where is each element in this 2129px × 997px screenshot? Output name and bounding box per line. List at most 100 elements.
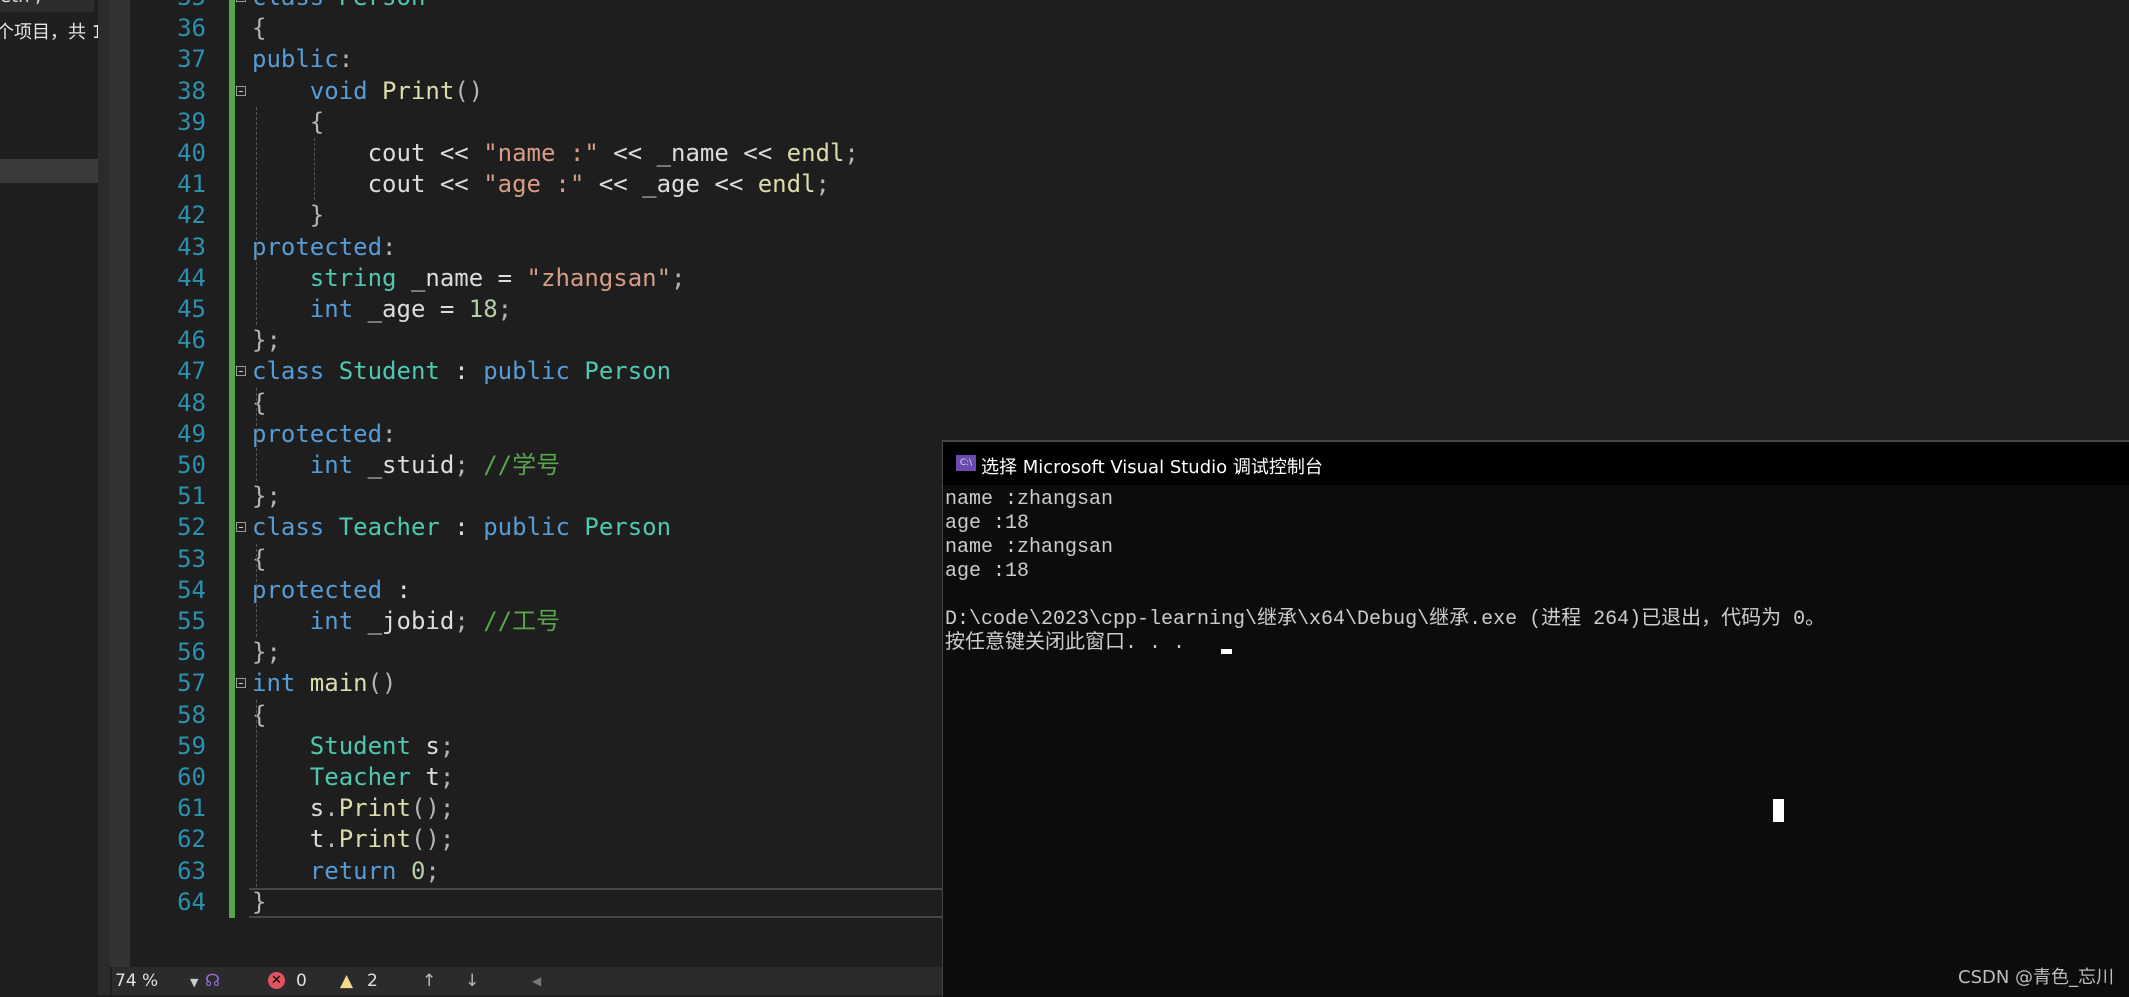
zoom-level[interactable]: 74 % bbox=[115, 971, 158, 991]
code-token: public bbox=[252, 45, 339, 74]
line-number: 55 bbox=[177, 607, 206, 635]
code-token: _stuid bbox=[353, 451, 455, 479]
fold-toggle-icon[interactable] bbox=[236, 678, 246, 689]
code-line[interactable]: class Person bbox=[252, 0, 425, 13]
code-line[interactable]: protected : bbox=[252, 575, 411, 606]
code-line[interactable]: cout << "age :" << _age << endl; bbox=[252, 169, 830, 200]
code-line[interactable]: class Student : public Person bbox=[252, 356, 671, 387]
code-token: void bbox=[309, 76, 383, 105]
code-token: return bbox=[309, 856, 411, 885]
selected-tree-item[interactable] bbox=[0, 159, 98, 183]
indent-guide bbox=[314, 138, 315, 201]
code-line[interactable]: void Print() bbox=[252, 76, 483, 107]
code-token: "zhangsan" bbox=[526, 263, 672, 292]
code-token: : bbox=[439, 357, 484, 386]
code-token: { bbox=[309, 107, 325, 136]
line-number: 46 bbox=[177, 326, 206, 355]
line-number: 58 bbox=[177, 700, 206, 729]
fold-toggle-icon[interactable] bbox=[236, 366, 246, 377]
code-token: 0 bbox=[410, 856, 426, 885]
warning-icon[interactable]: ▲ bbox=[340, 971, 353, 991]
code-token: 18 bbox=[468, 295, 498, 323]
scroll-left-icon[interactable]: ◀ bbox=[532, 974, 541, 988]
error-count[interactable]: 0 bbox=[296, 971, 307, 991]
code-line[interactable]: { bbox=[252, 700, 266, 731]
error-icon[interactable]: ✕ bbox=[268, 972, 285, 989]
indent-guide bbox=[256, 543, 257, 638]
console-line: 按任意键关闭此窗口. . . bbox=[945, 632, 1186, 655]
code-line[interactable]: { bbox=[252, 107, 324, 138]
code-line[interactable]: public: bbox=[252, 44, 353, 75]
project-count-text: 个项目，共 1 bbox=[0, 22, 98, 43]
code-line[interactable]: return 0; bbox=[252, 856, 440, 887]
code-line[interactable]: cout << "name :" << _name << endl; bbox=[252, 138, 859, 169]
console-line: name :zhangsan bbox=[945, 488, 1114, 511]
code-line[interactable]: { bbox=[252, 388, 266, 419]
zoom-dropdown-icon[interactable]: ▼ bbox=[190, 976, 198, 989]
next-issue-icon[interactable]: ↓ bbox=[465, 971, 479, 991]
code-token: Teacher bbox=[338, 513, 440, 542]
code-line[interactable]: { bbox=[252, 13, 266, 44]
code-line[interactable]: int _jobid; //工号 bbox=[252, 606, 560, 637]
code-line[interactable]: { bbox=[252, 544, 266, 575]
line-number: 36 bbox=[177, 14, 206, 43]
code-token: ; bbox=[454, 451, 469, 479]
warning-count[interactable]: 2 bbox=[367, 971, 378, 991]
indent-guide bbox=[256, 387, 257, 482]
code-line[interactable]: protected: bbox=[252, 419, 397, 450]
code-line[interactable]: string _name = "zhangsan"; bbox=[252, 263, 686, 294]
code-line[interactable]: int _age = 18; bbox=[252, 294, 512, 325]
code-token: public bbox=[483, 513, 585, 542]
code-token: main bbox=[309, 669, 368, 698]
code-token: Person bbox=[584, 513, 672, 542]
code-token: ; bbox=[497, 295, 513, 323]
code-line[interactable]: } bbox=[252, 200, 324, 231]
code-line[interactable]: }; bbox=[252, 481, 281, 512]
code-line[interactable]: Teacher t; bbox=[252, 762, 455, 793]
code-line[interactable]: int main() bbox=[252, 668, 397, 699]
fold-toggle-icon[interactable] bbox=[236, 0, 246, 2]
code-token: } bbox=[309, 201, 325, 230]
fold-toggle-icon[interactable] bbox=[236, 85, 246, 96]
code-token: _age = bbox=[353, 295, 469, 323]
code-token: (); bbox=[410, 794, 455, 823]
code-line[interactable]: protected: bbox=[252, 232, 397, 263]
line-number: 61 bbox=[177, 794, 206, 823]
code-token: { bbox=[252, 544, 267, 573]
code-token: (); bbox=[410, 825, 455, 854]
code-line[interactable]: int _stuid; //学号 bbox=[252, 450, 560, 481]
code-line[interactable]: t.Print(); bbox=[252, 824, 455, 855]
panel-splitter[interactable] bbox=[98, 0, 110, 995]
console-title: 选择 Microsoft Visual Studio 调试控制台 bbox=[981, 457, 1323, 478]
code-line[interactable]: Student s; bbox=[252, 731, 455, 762]
indent-guide bbox=[256, 106, 257, 326]
code-token: Person bbox=[339, 0, 426, 11]
code-token: cout << bbox=[252, 170, 484, 199]
debug-console-window[interactable]: C:\ 选择 Microsoft Visual Studio 调试控制台 nam… bbox=[942, 440, 2129, 997]
previous-issue-icon[interactable]: ↑ bbox=[422, 971, 436, 991]
code-line[interactable]: s.Print(); bbox=[252, 793, 455, 824]
code-line[interactable]: }; bbox=[252, 637, 281, 668]
line-number: 39 bbox=[177, 107, 206, 136]
code-token: protected bbox=[252, 575, 383, 604]
code-token: s bbox=[252, 794, 325, 823]
console-title-bar[interactable]: C:\ 选择 Microsoft Visual Studio 调试控制台 bbox=[943, 442, 2129, 485]
code-token: Student bbox=[338, 357, 440, 386]
code-line[interactable]: class Teacher : public Person bbox=[252, 512, 671, 543]
code-token: << _name << bbox=[598, 139, 787, 167]
code-token: () bbox=[454, 76, 484, 105]
panel-header: eth , bbox=[0, 0, 94, 12]
fold-toggle-icon[interactable] bbox=[236, 522, 246, 533]
code-token: "name :" bbox=[483, 139, 599, 167]
code-token: protected bbox=[252, 419, 383, 448]
line-number: 48 bbox=[177, 388, 206, 417]
indent-guide bbox=[256, 699, 257, 887]
code-token: s bbox=[410, 731, 440, 760]
intellicode-icon[interactable]: ☊ bbox=[205, 971, 220, 991]
code-token: }; bbox=[252, 638, 281, 667]
code-line[interactable]: }; bbox=[252, 325, 281, 356]
